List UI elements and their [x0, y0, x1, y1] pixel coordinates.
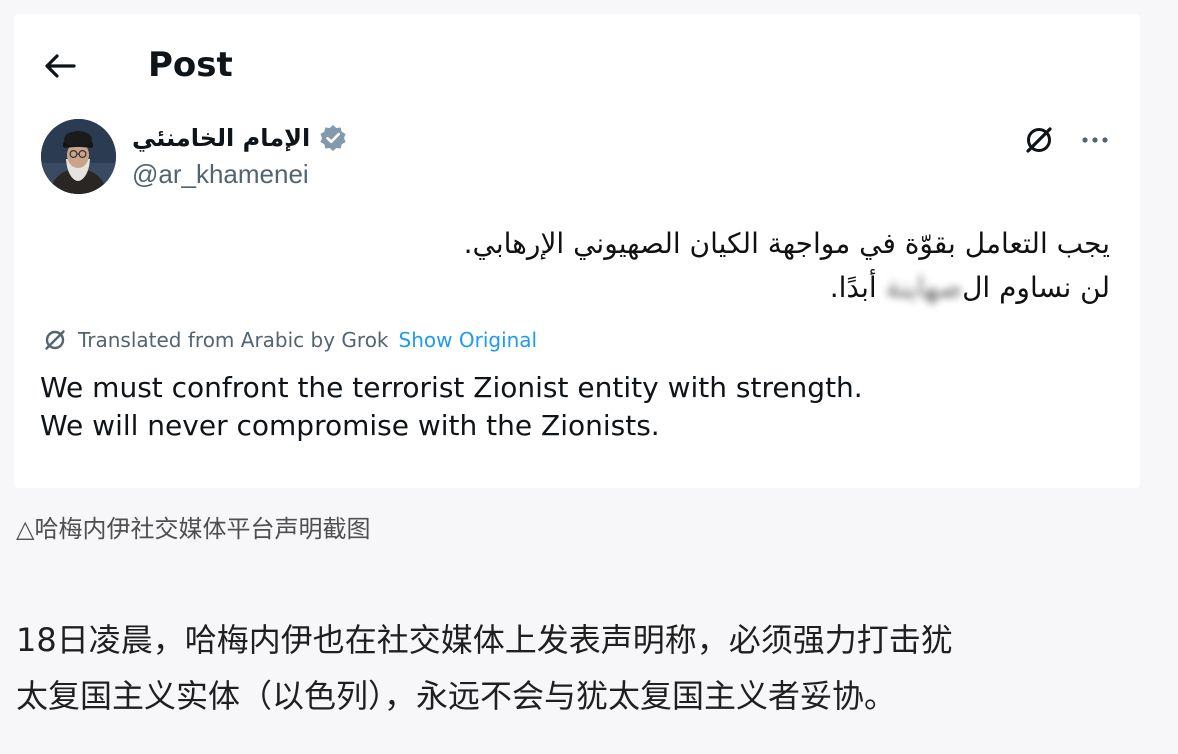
more-icon[interactable] — [1078, 123, 1112, 157]
post-card: Post الإمام الخامنئي @ar_khamenei يجب ال… — [14, 14, 1140, 488]
more-button[interactable] — [1076, 121, 1114, 159]
translation-notice: Translated from Arabic by Grok Show Orig… — [42, 326, 537, 354]
post-text-arabic: يجب التعامل بقوّة في مواجهة الكيان الصهي… — [350, 222, 1110, 310]
arabic-line-2-prefix: لن نساوم ال — [962, 271, 1110, 304]
article-paragraph: 18日凌晨，哈梅内伊也在社交媒体上发表声明称，必须强力打击犹 太复国主义实体（以… — [16, 612, 1156, 724]
author-name-row: الإمام الخامنئي — [132, 118, 348, 158]
grok-button[interactable] — [1020, 121, 1058, 159]
post-header: Post — [14, 14, 1140, 114]
show-original-link[interactable]: Show Original — [399, 328, 538, 352]
arabic-line-2-suffix: أبدًا. — [829, 271, 886, 304]
article-line-2: 太复国主义实体（以色列），永远不会与犹太复国主义者妥协。 — [16, 677, 897, 715]
verified-badge-icon — [318, 123, 348, 153]
author-display-name[interactable]: الإمام الخامنئي — [132, 124, 310, 152]
article-line-1: 18日凌晨，哈梅内伊也在社交媒体上发表声明称，必须强力打击犹 — [16, 621, 953, 659]
post-text-translation: We must confront the terrorist Zionist e… — [40, 369, 1120, 445]
translation-line-1: We must confront the terrorist Zionist e… — [40, 371, 863, 404]
page-title: Post — [148, 45, 233, 85]
arabic-line-1: يجب التعامل بقوّة في مواجهة الكيان الصهي… — [463, 227, 1110, 260]
arabic-blurred-word: صهاينة — [885, 271, 963, 304]
image-caption: △哈梅内伊社交媒体平台声明截图 — [16, 515, 371, 543]
grok-small-icon — [45, 330, 65, 350]
author-handle[interactable]: @ar_khamenei — [132, 157, 309, 191]
arabic-line-2: لن نساوم الصهاينة أبدًا. — [350, 266, 1110, 310]
avatar[interactable] — [41, 119, 116, 194]
translation-label: Translated from Arabic by Grok — [78, 328, 389, 352]
post-actions-top — [1020, 120, 1114, 160]
back-arrow-icon[interactable] — [44, 52, 76, 80]
back-button[interactable] — [40, 48, 80, 84]
translation-line-2: We will never compromise with the Zionis… — [40, 409, 660, 442]
grok-icon[interactable] — [1022, 123, 1056, 157]
